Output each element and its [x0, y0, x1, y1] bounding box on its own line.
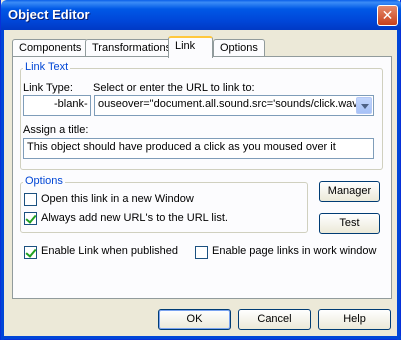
- link-type-label: Link Type:: [23, 82, 73, 94]
- add-urls-checkbox[interactable]: [24, 212, 37, 225]
- new-window-label: Open this link in a new Window: [41, 193, 194, 205]
- tab-components[interactable]: Components: [12, 39, 89, 57]
- new-window-checkbox[interactable]: [24, 193, 37, 206]
- add-urls-label: Always add new URL's to the URL list.: [41, 212, 228, 224]
- url-combobox[interactable]: ouseover="document.all.sound.src='sounds…: [94, 95, 374, 116]
- enable-page-links-label: Enable page links in work window: [212, 245, 377, 257]
- window-frame-right: [397, 30, 400, 340]
- link-type-select[interactable]: -blank-: [23, 95, 91, 116]
- enable-page-links-checkbox[interactable]: [195, 246, 208, 259]
- tab-options[interactable]: Options: [213, 39, 265, 57]
- url-label: Select or enter the URL to link to:: [93, 82, 255, 94]
- window-title: Object Editor: [8, 7, 90, 22]
- options-group: [20, 182, 308, 233]
- title-bar[interactable]: Object Editor ✕: [1, 0, 401, 30]
- manager-button[interactable]: Manager: [319, 181, 380, 202]
- enable-link-checkbox[interactable]: [24, 246, 37, 259]
- help-button[interactable]: Help: [318, 309, 391, 330]
- tab-link[interactable]: Link: [168, 36, 213, 58]
- options-group-label: Options: [23, 175, 65, 187]
- tab-transformations[interactable]: Transformations: [85, 39, 179, 57]
- enable-link-label: Enable Link when published: [41, 245, 178, 257]
- title-input[interactable]: This object should have produced a click…: [23, 138, 374, 159]
- object-editor-window: Object Editor ✕ Components Transformatio…: [0, 0, 401, 340]
- link-text-group-label: Link Text: [23, 61, 71, 73]
- close-icon[interactable]: ✕: [377, 5, 398, 26]
- test-button[interactable]: Test: [319, 213, 380, 234]
- link-tab-panel: Link Text Link Type: Select or enter the…: [12, 56, 392, 299]
- title-value: This object should have produced a click…: [27, 141, 336, 153]
- window-frame-left: [1, 30, 4, 340]
- url-value: ouseover="document.all.sound.src='sounds…: [98, 98, 360, 110]
- window-frame-bottom: [1, 336, 401, 339]
- assign-title-label: Assign a title:: [23, 124, 89, 136]
- ok-button[interactable]: OK: [158, 309, 231, 330]
- chevron-down-icon[interactable]: [356, 97, 372, 114]
- cancel-button[interactable]: Cancel: [238, 309, 311, 330]
